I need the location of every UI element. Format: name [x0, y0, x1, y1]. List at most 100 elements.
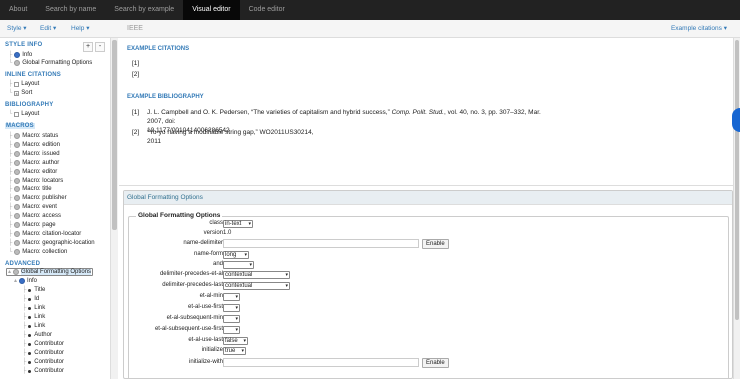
tree-item-macro[interactable]: ├ Macro: publisher — [8, 194, 67, 202]
chevron-down-icon: ▾ — [235, 293, 238, 300]
field-label-delimiter-precedes-last: delimiter-precedes-last — [162, 282, 223, 288]
tree-item-info-child[interactable]: ├ Author — [22, 331, 52, 339]
tab-code-editor[interactable]: Code editor — [240, 0, 294, 20]
tree-item-info[interactable]: ├ Info — [8, 51, 32, 59]
delimiter-precedes-et-al-select[interactable]: contextual ▾ — [223, 270, 290, 279]
floating-help-button[interactable] — [732, 108, 740, 132]
field-label-class: class — [209, 220, 223, 226]
tree-item-macro[interactable]: ├ Macro: edition — [8, 141, 60, 149]
tree-item-label: Contributor — [34, 341, 64, 347]
field-label-and: and — [212, 261, 223, 267]
tree-item-macro[interactable]: ├ Macro: author — [8, 159, 59, 167]
tree-item-macro[interactable]: ├ Macro: page — [8, 221, 56, 229]
main-scroll-thumb[interactable] — [735, 40, 739, 320]
tree-item-info-child[interactable]: ├ Contributor — [22, 358, 64, 366]
tree-item-bib-layout[interactable]: └ Layout — [8, 110, 39, 118]
tree-item-sort[interactable]: └ ± Sort — [8, 89, 32, 97]
example-citations-menu[interactable]: Example citations ▾ — [671, 20, 727, 38]
tree-item-layout[interactable]: ├ Layout — [8, 80, 39, 88]
field-label-et-al-subsequent-use-first: et-al-subsequent-use-first — [154, 326, 223, 332]
enable-initialize-with-button[interactable]: Enable — [422, 357, 449, 368]
doc-icon — [14, 81, 20, 87]
tree-item-label: Macro: author — [22, 159, 60, 166]
tab-search-by-name[interactable]: Search by name — [36, 0, 105, 20]
tree-item-macro[interactable]: ├ Macro: issued — [8, 150, 60, 158]
tree-item-macro[interactable]: ├ Macro: access — [8, 212, 61, 220]
tree-item-macro[interactable]: ├ Macro: geographic-location — [8, 239, 95, 247]
et-al-use-last-select[interactable]: false ▾ — [223, 336, 248, 345]
sidebar-scrollbar[interactable] — [110, 38, 118, 379]
macro-icon — [14, 177, 21, 184]
tree-item-label: Contributor — [34, 350, 64, 356]
bullet-icon — [28, 333, 32, 337]
sidebar-scroll-thumb[interactable] — [112, 40, 117, 230]
et-al-min-select[interactable]: ▾ — [223, 292, 240, 301]
chevron-down-icon: ▾ — [285, 282, 288, 289]
tree-item-info-child[interactable]: ├ Title — [22, 286, 45, 294]
class-select[interactable]: in-text ▾ — [223, 219, 253, 228]
main-scrollbar[interactable] — [733, 38, 740, 379]
select-value: contextual — [225, 271, 253, 278]
tree-item-info-child[interactable]: ├ Id — [22, 295, 39, 303]
section-inline-citations: INLINE CITATIONS — [5, 72, 61, 78]
tab-about[interactable]: About — [0, 0, 36, 20]
chevron-down-icon: ▾ — [23, 25, 27, 32]
bullet-icon — [28, 369, 32, 373]
macro-icon — [14, 195, 21, 202]
tree-item-info-child[interactable]: ├ Contributor — [22, 367, 64, 375]
initialize-with-input[interactable] — [223, 358, 419, 367]
help-menu[interactable]: Help ▾ — [71, 20, 89, 38]
remove-node-button[interactable]: - — [95, 42, 105, 52]
select-value: true — [225, 347, 236, 354]
tab-search-by-example[interactable]: Search by example — [105, 0, 183, 20]
tree-item-global-formatting[interactable]: └ Global Formatting Options — [8, 59, 92, 67]
macro-icon — [14, 133, 21, 139]
tree-item-label: Layout — [21, 81, 40, 87]
delimiter-precedes-last-select[interactable]: contextual ▾ — [223, 281, 290, 290]
tree-item-label: Info — [27, 278, 38, 284]
tree-item-macro[interactable]: ├ Macro: citation-locator — [8, 230, 81, 238]
chevron-down-icon: ▾ — [243, 337, 246, 344]
name-delimiter-input[interactable] — [223, 239, 419, 248]
edit-menu[interactable]: Edit ▾ — [40, 20, 56, 38]
tree-item-advanced-info[interactable]: ▴ Info — [14, 277, 37, 285]
tree-item-advanced-global[interactable]: ▴ Global Formatting Options — [6, 268, 94, 276]
et-al-use-first-select[interactable]: ▾ — [223, 303, 240, 312]
example-bibliography-heading: EXAMPLE BIBLIOGRAPHY — [127, 94, 204, 100]
tree-item-info-child[interactable]: ├ Link — [22, 322, 45, 330]
tree-item-info-child[interactable]: ├ Link — [22, 304, 45, 312]
bullet-icon — [28, 297, 32, 301]
chevron-down-icon: ▾ — [249, 261, 252, 268]
section-bibliography: BIBLIOGRAPHY — [5, 102, 54, 108]
et-al-subsequent-use-first-select[interactable]: ▾ — [223, 325, 240, 334]
tree-item-info-child[interactable]: ├ Contributor — [22, 349, 64, 357]
help-menu-label: Help — [71, 25, 85, 32]
tree-item-macro[interactable]: ├ Macro: title — [8, 185, 52, 193]
bullet-icon — [28, 315, 32, 319]
enable-name-delimiter-button[interactable]: Enable — [422, 238, 449, 249]
name-form-select[interactable]: long ▾ — [223, 250, 249, 259]
tree-item-info-child[interactable]: ├ Contributor — [22, 340, 64, 348]
initialize-select[interactable]: true ▾ — [223, 346, 246, 355]
macro-icon — [14, 168, 21, 175]
top-navbar: About Search by name Search by example V… — [0, 0, 740, 20]
tree-item-label: Layout — [21, 111, 40, 117]
macro-icon — [14, 213, 21, 220]
tree-item-macro[interactable]: ├ Macro: status — [8, 132, 58, 140]
add-node-button[interactable]: + — [83, 42, 93, 52]
macro-icon — [14, 159, 21, 166]
bib-journal: Comp. Polit. Stud. — [391, 109, 444, 116]
tree-item-macro[interactable]: ├ Macro: event — [8, 203, 57, 211]
field-label-initialize-with: initialize-with — [188, 359, 223, 365]
et-al-subsequent-min-select[interactable]: ▾ — [223, 314, 240, 323]
tree-item-info-child[interactable]: ├ Link — [22, 313, 45, 321]
chevron-down-icon: ▾ — [53, 25, 57, 32]
chevron-down-icon: ▾ — [723, 25, 727, 32]
tree-item-macro[interactable]: ├ Macro: locators — [8, 177, 63, 185]
tree-item-macro[interactable]: └ Macro: collection — [8, 248, 67, 256]
style-menu[interactable]: Style ▾ — [7, 20, 27, 38]
and-select[interactable]: ▾ — [223, 260, 254, 269]
fieldset-legend: Global Formatting Options — [136, 212, 223, 219]
tree-item-macro[interactable]: ├ Macro: editor — [8, 168, 57, 176]
tab-visual-editor[interactable]: Visual editor — [183, 0, 240, 20]
